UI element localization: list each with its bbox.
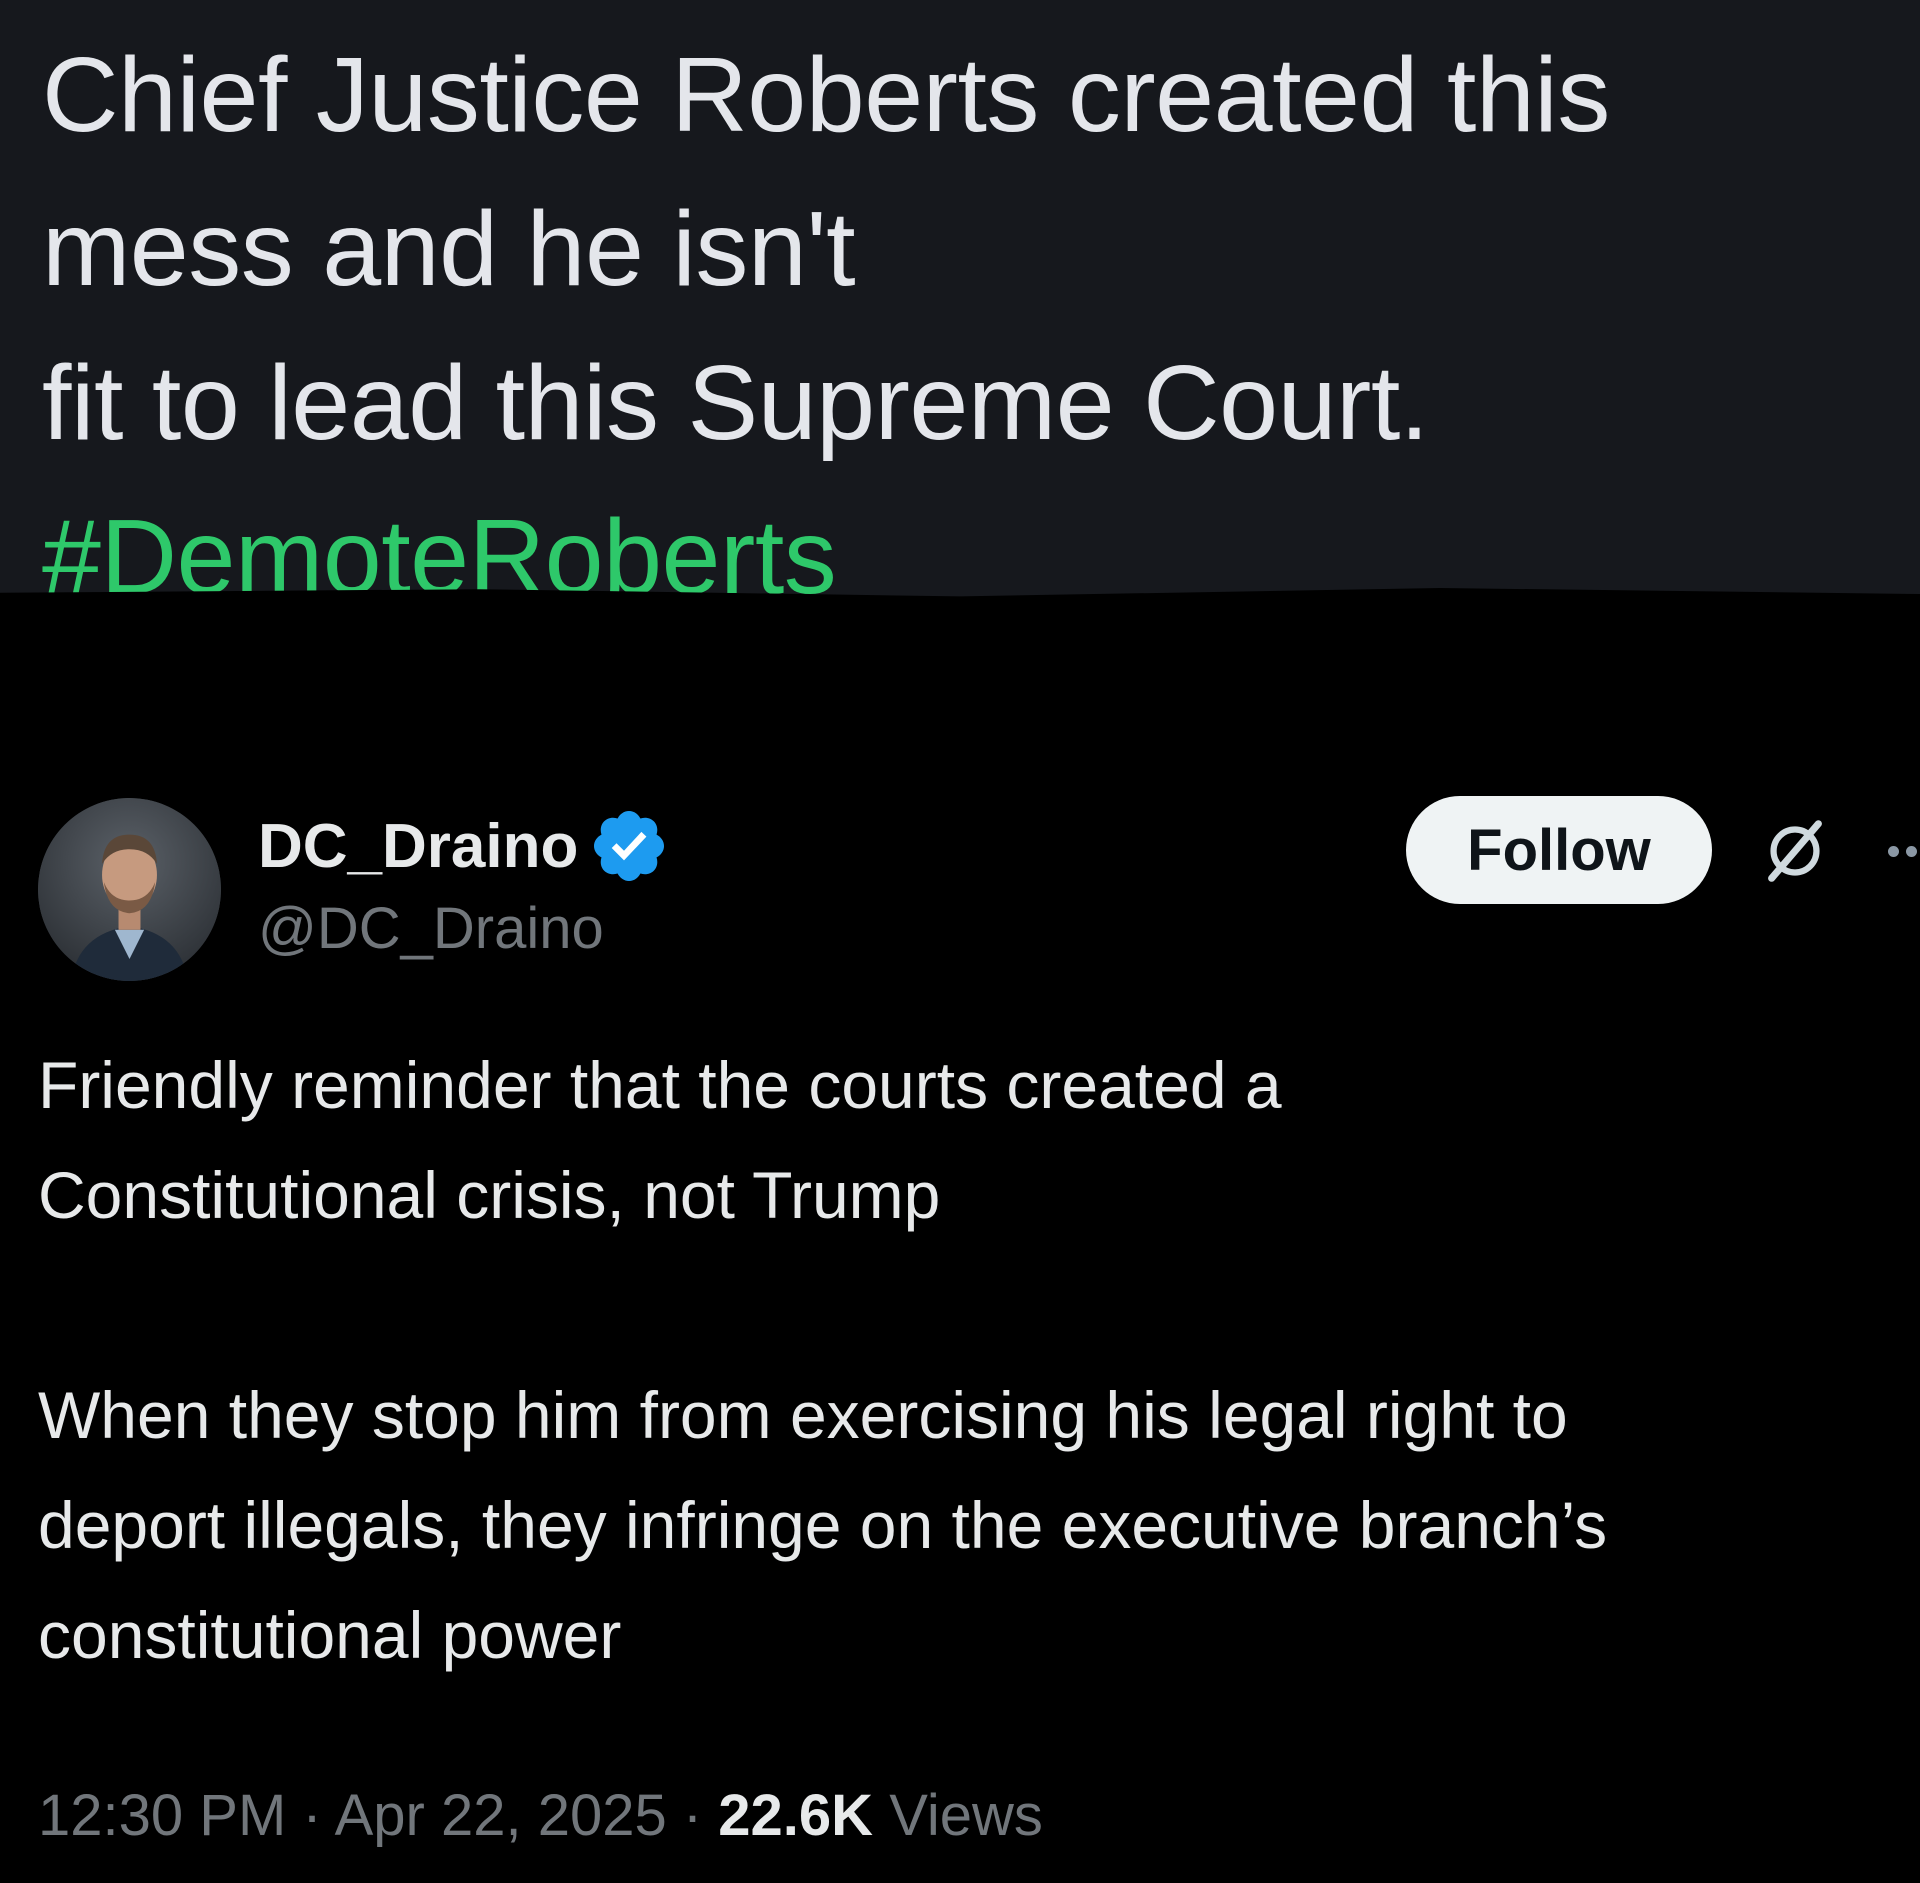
tweet-date[interactable]: Apr 22, 2025 xyxy=(335,1783,667,1848)
user-handle[interactable]: @DC_Draino xyxy=(258,895,604,962)
top-post-line: fit to lead this Supreme Court. xyxy=(42,344,1429,462)
views-count[interactable]: 22.6K xyxy=(718,1783,873,1848)
tweet-body-line: Constitutional crisis, not Trump xyxy=(38,1158,941,1232)
avatar[interactable] xyxy=(38,798,221,981)
display-name[interactable]: DC_Draino xyxy=(258,805,670,887)
tweet-card: DC_Draino @DC_Draino Follow Friendly rem… xyxy=(0,600,1920,1883)
views-label: Views xyxy=(889,1783,1043,1848)
top-post-line: mess and he isn't xyxy=(42,190,856,308)
tweet-meta: 12:30 PM · Apr 22, 2025 · 22.6K Views xyxy=(38,1782,1043,1849)
top-post: Chief Justice Roberts created this mess … xyxy=(0,0,1920,597)
tweet-body: Friendly reminder that the courts create… xyxy=(38,1030,1920,1690)
more-icon[interactable] xyxy=(1884,840,1920,864)
grok-icon[interactable] xyxy=(1756,812,1834,890)
tweet-body-line: When they stop him from exercising his l… xyxy=(38,1378,1568,1452)
top-post-text: Chief Justice Roberts created this mess … xyxy=(42,18,1882,596)
tweet-time[interactable]: 12:30 PM xyxy=(38,1783,286,1848)
tweet-body-line: Friendly reminder that the courts create… xyxy=(38,1048,1282,1122)
follow-button[interactable]: Follow xyxy=(1406,796,1712,904)
tweet-body-line: constitutional power xyxy=(38,1598,622,1672)
hashtag-link[interactable]: #DemoteRoberts xyxy=(42,498,837,596)
verified-badge-icon[interactable] xyxy=(588,805,670,887)
top-post-line: Chief Justice Roberts created this xyxy=(42,36,1610,154)
display-name-text: DC_Draino xyxy=(258,811,579,881)
meta-separator: · xyxy=(286,1783,335,1848)
tweet-body-line: deport illegals, they infringe on the ex… xyxy=(38,1488,1608,1562)
meta-separator: · xyxy=(666,1783,719,1848)
avatar-portrait xyxy=(38,798,221,981)
